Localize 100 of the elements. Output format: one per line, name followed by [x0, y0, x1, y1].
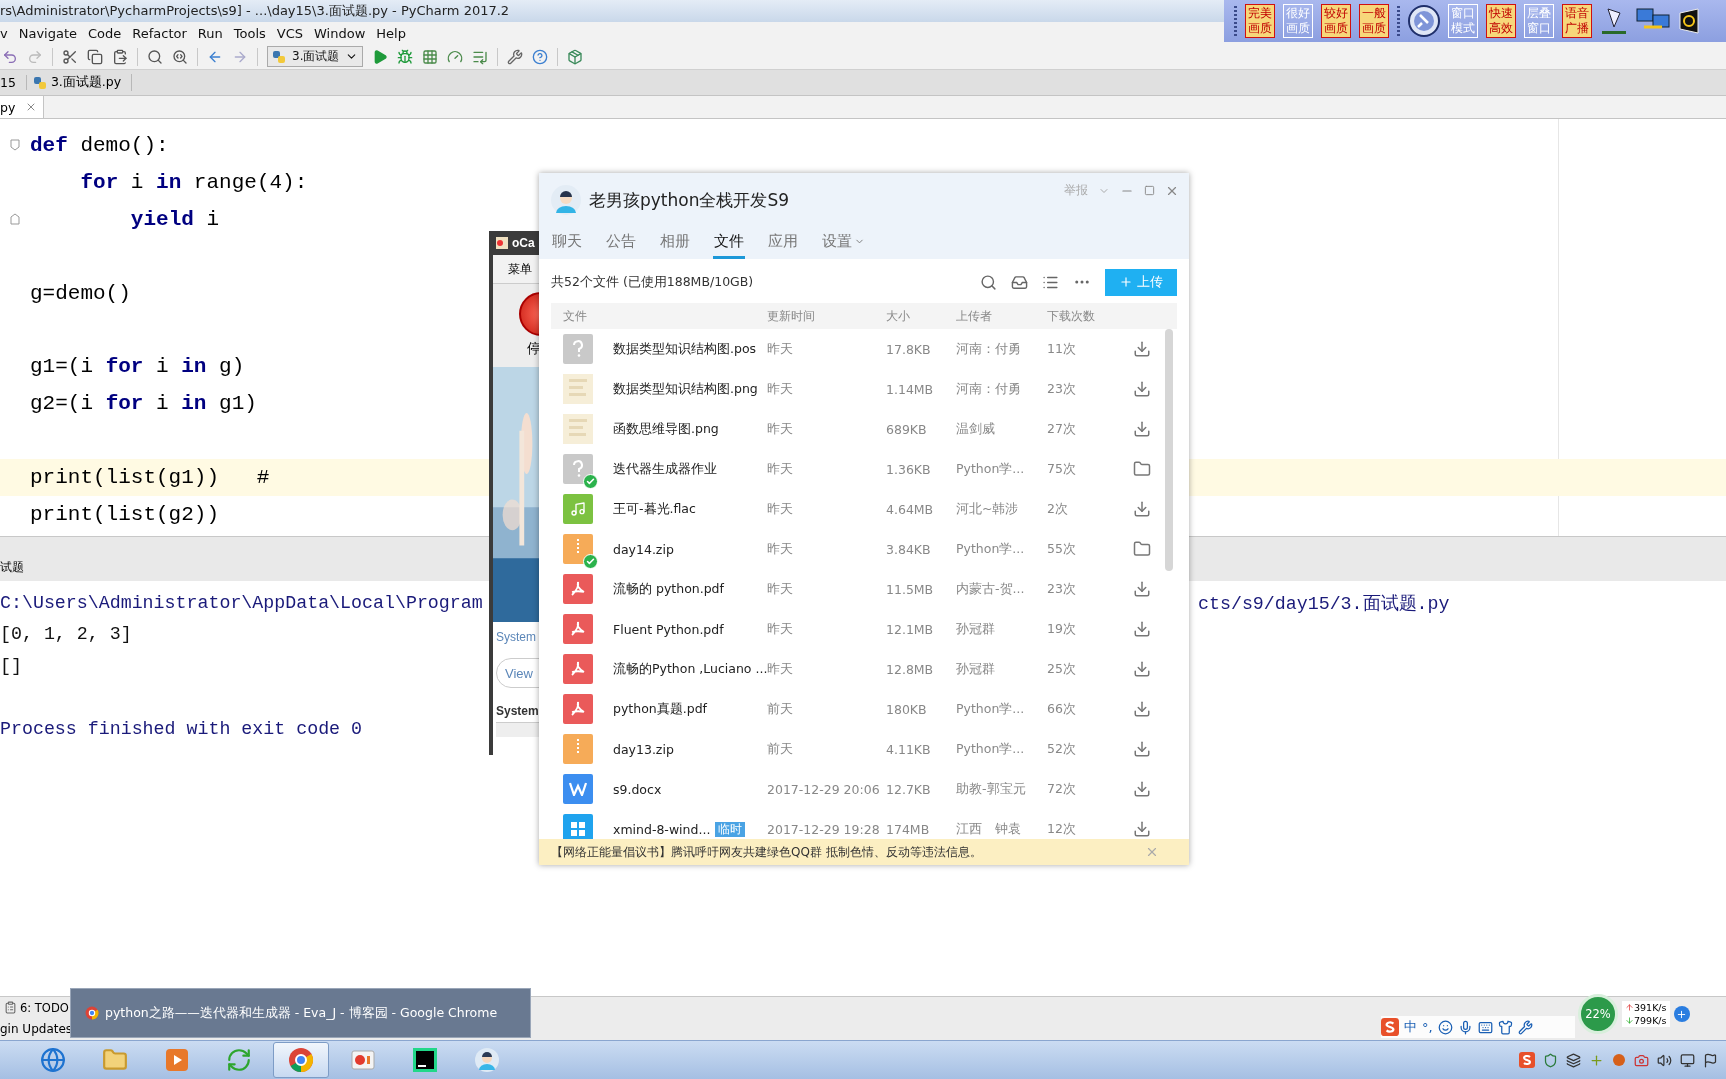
file-name[interactable]: xmind-8-wind...	[613, 821, 711, 837]
folder-icon[interactable]	[1133, 540, 1151, 558]
group-tab[interactable]: 文件	[713, 227, 745, 259]
flag-icon[interactable]	[1703, 1052, 1718, 1068]
download-icon[interactable]	[1133, 820, 1151, 838]
smiley-icon[interactable]	[1437, 1019, 1453, 1035]
todo-icon[interactable]	[4, 1001, 17, 1014]
group-tab[interactable]: 相册	[659, 227, 691, 259]
group-tab[interactable]: 应用	[767, 227, 799, 259]
download-icon[interactable]	[1133, 580, 1151, 598]
menu-item[interactable]: Tools	[233, 25, 266, 41]
file-name[interactable]: 数据类型知识结构图.pos	[613, 340, 757, 358]
file-name[interactable]: s9.docx	[613, 781, 662, 797]
search-icon[interactable]	[980, 273, 997, 291]
view-button[interactable]: View	[496, 658, 541, 688]
keyboard-icon[interactable]	[1477, 1019, 1493, 1035]
quality-button[interactable]: 一般画质	[1359, 4, 1389, 38]
download-icon[interactable]	[1133, 620, 1151, 638]
file-name[interactable]: 迭代器生成器作业	[613, 460, 717, 478]
search-icon[interactable]	[147, 48, 163, 65]
copy-icon[interactable]	[87, 48, 103, 65]
globe-icon[interactable]	[40, 1047, 66, 1073]
chrome-icon[interactable]	[288, 1047, 314, 1073]
file-name[interactable]: 流畅的Python ,Luciano ...	[613, 660, 768, 678]
file-name[interactable]: 王可-暮光.flac	[613, 500, 696, 518]
file-name[interactable]: 流畅的 python.pdf	[613, 580, 724, 598]
camera-icon[interactable]	[1634, 1052, 1649, 1068]
todo-tab[interactable]: 6: TODO	[20, 1000, 69, 1015]
folder-icon[interactable]	[1133, 460, 1151, 478]
download-icon[interactable]	[1133, 740, 1151, 758]
run-config-dropdown[interactable]: 3.面试题	[267, 46, 364, 67]
menu-item[interactable]: Navigate	[18, 25, 77, 41]
menu-item[interactable]: Window	[314, 25, 366, 41]
undo-icon[interactable]	[2, 48, 18, 65]
settings-icon[interactable]	[1517, 1019, 1533, 1035]
settings-icon[interactable]	[507, 48, 524, 65]
media-player-icon[interactable]	[165, 1048, 189, 1072]
download-icon[interactable]	[1133, 700, 1151, 718]
menu-item[interactable]: Run	[197, 25, 223, 41]
coverage-icon[interactable]	[422, 48, 439, 65]
group-tab[interactable]: 聊天	[551, 227, 583, 259]
file-name[interactable]: python真题.pdf	[613, 700, 707, 718]
file-name[interactable]: 函数思维导图.png	[613, 420, 719, 438]
inbox-icon[interactable]	[1011, 273, 1028, 291]
file-name[interactable]: Fluent Python.pdf	[613, 621, 724, 637]
avatar-icon	[551, 185, 581, 215]
cut-icon[interactable]	[62, 48, 78, 65]
download-icon[interactable]	[1133, 780, 1151, 798]
file-name[interactable]: day14.zip	[613, 541, 674, 557]
paste-icon[interactable]	[112, 48, 128, 65]
maximize-icon[interactable]	[1144, 185, 1155, 196]
group-tab[interactable]: 公告	[605, 227, 637, 259]
profile-icon[interactable]	[447, 48, 464, 65]
menu-item[interactable]: v	[0, 25, 8, 41]
download-icon[interactable]	[1133, 660, 1151, 678]
fold-marker-icon[interactable]	[10, 139, 20, 152]
dot-icon[interactable]	[1612, 1053, 1626, 1067]
download-icon[interactable]	[1133, 500, 1151, 518]
column-header: 下载次数	[1047, 307, 1096, 325]
mode-button[interactable]: 语音广播	[1562, 4, 1592, 38]
download-icon[interactable]	[1133, 380, 1151, 398]
debug-icon[interactable]	[397, 48, 414, 65]
mode-button[interactable]: 快速高效	[1486, 4, 1516, 38]
run-icon[interactable]	[372, 48, 389, 65]
punctuation-mode[interactable]: °,	[1422, 1019, 1433, 1035]
shirt-icon[interactable]	[1497, 1019, 1513, 1035]
editor-tab[interactable]: py	[0, 96, 45, 118]
menu-item[interactable]: Refactor	[132, 25, 187, 41]
menu-item[interactable]: VCS	[276, 25, 304, 41]
link[interactable]: System	[496, 630, 541, 644]
download-icon[interactable]	[1133, 420, 1151, 438]
pin-icon[interactable]	[1408, 5, 1440, 37]
console-icon[interactable]	[1678, 5, 1702, 37]
monitor-icon[interactable]	[1680, 1052, 1695, 1068]
ime-logo-icon[interactable]	[1519, 1052, 1535, 1068]
ide-icon[interactable]	[413, 1048, 437, 1072]
replace-icon[interactable]	[172, 48, 188, 65]
package-icon[interactable]	[567, 48, 584, 65]
ime-logo-icon[interactable]	[1381, 1018, 1399, 1036]
file-name[interactable]: 数据类型知识结构图.png	[613, 380, 758, 398]
breadcrumb-item[interactable]: 3.面试题.py	[50, 74, 122, 91]
breadcrumb-item[interactable]: 15	[0, 75, 16, 90]
mic-icon[interactable]	[1457, 1019, 1473, 1035]
brush-icon[interactable]	[1600, 5, 1628, 37]
group-tab[interactable]: 设置	[821, 227, 866, 259]
download-icon[interactable]	[1133, 340, 1151, 358]
menu-item[interactable]: Help	[376, 25, 406, 41]
fold-marker-icon[interactable]	[10, 213, 20, 226]
quality-button[interactable]: 完美画质	[1245, 4, 1275, 38]
layers-icon[interactable]	[1566, 1052, 1581, 1068]
speaker-icon[interactable]	[1657, 1052, 1672, 1068]
recorder-icon[interactable]	[351, 1048, 375, 1072]
avatar-icon[interactable]	[474, 1047, 500, 1073]
help-icon[interactable]	[532, 48, 549, 65]
input-mode[interactable]: 中	[1404, 1018, 1417, 1036]
menu-item[interactable]: Code	[88, 25, 122, 41]
quality-button[interactable]: 较好画质	[1321, 4, 1351, 38]
file-name[interactable]: day13.zip	[613, 741, 674, 757]
scrollbar-thumb[interactable]	[1165, 329, 1173, 571]
shield-icon[interactable]	[1543, 1052, 1558, 1068]
